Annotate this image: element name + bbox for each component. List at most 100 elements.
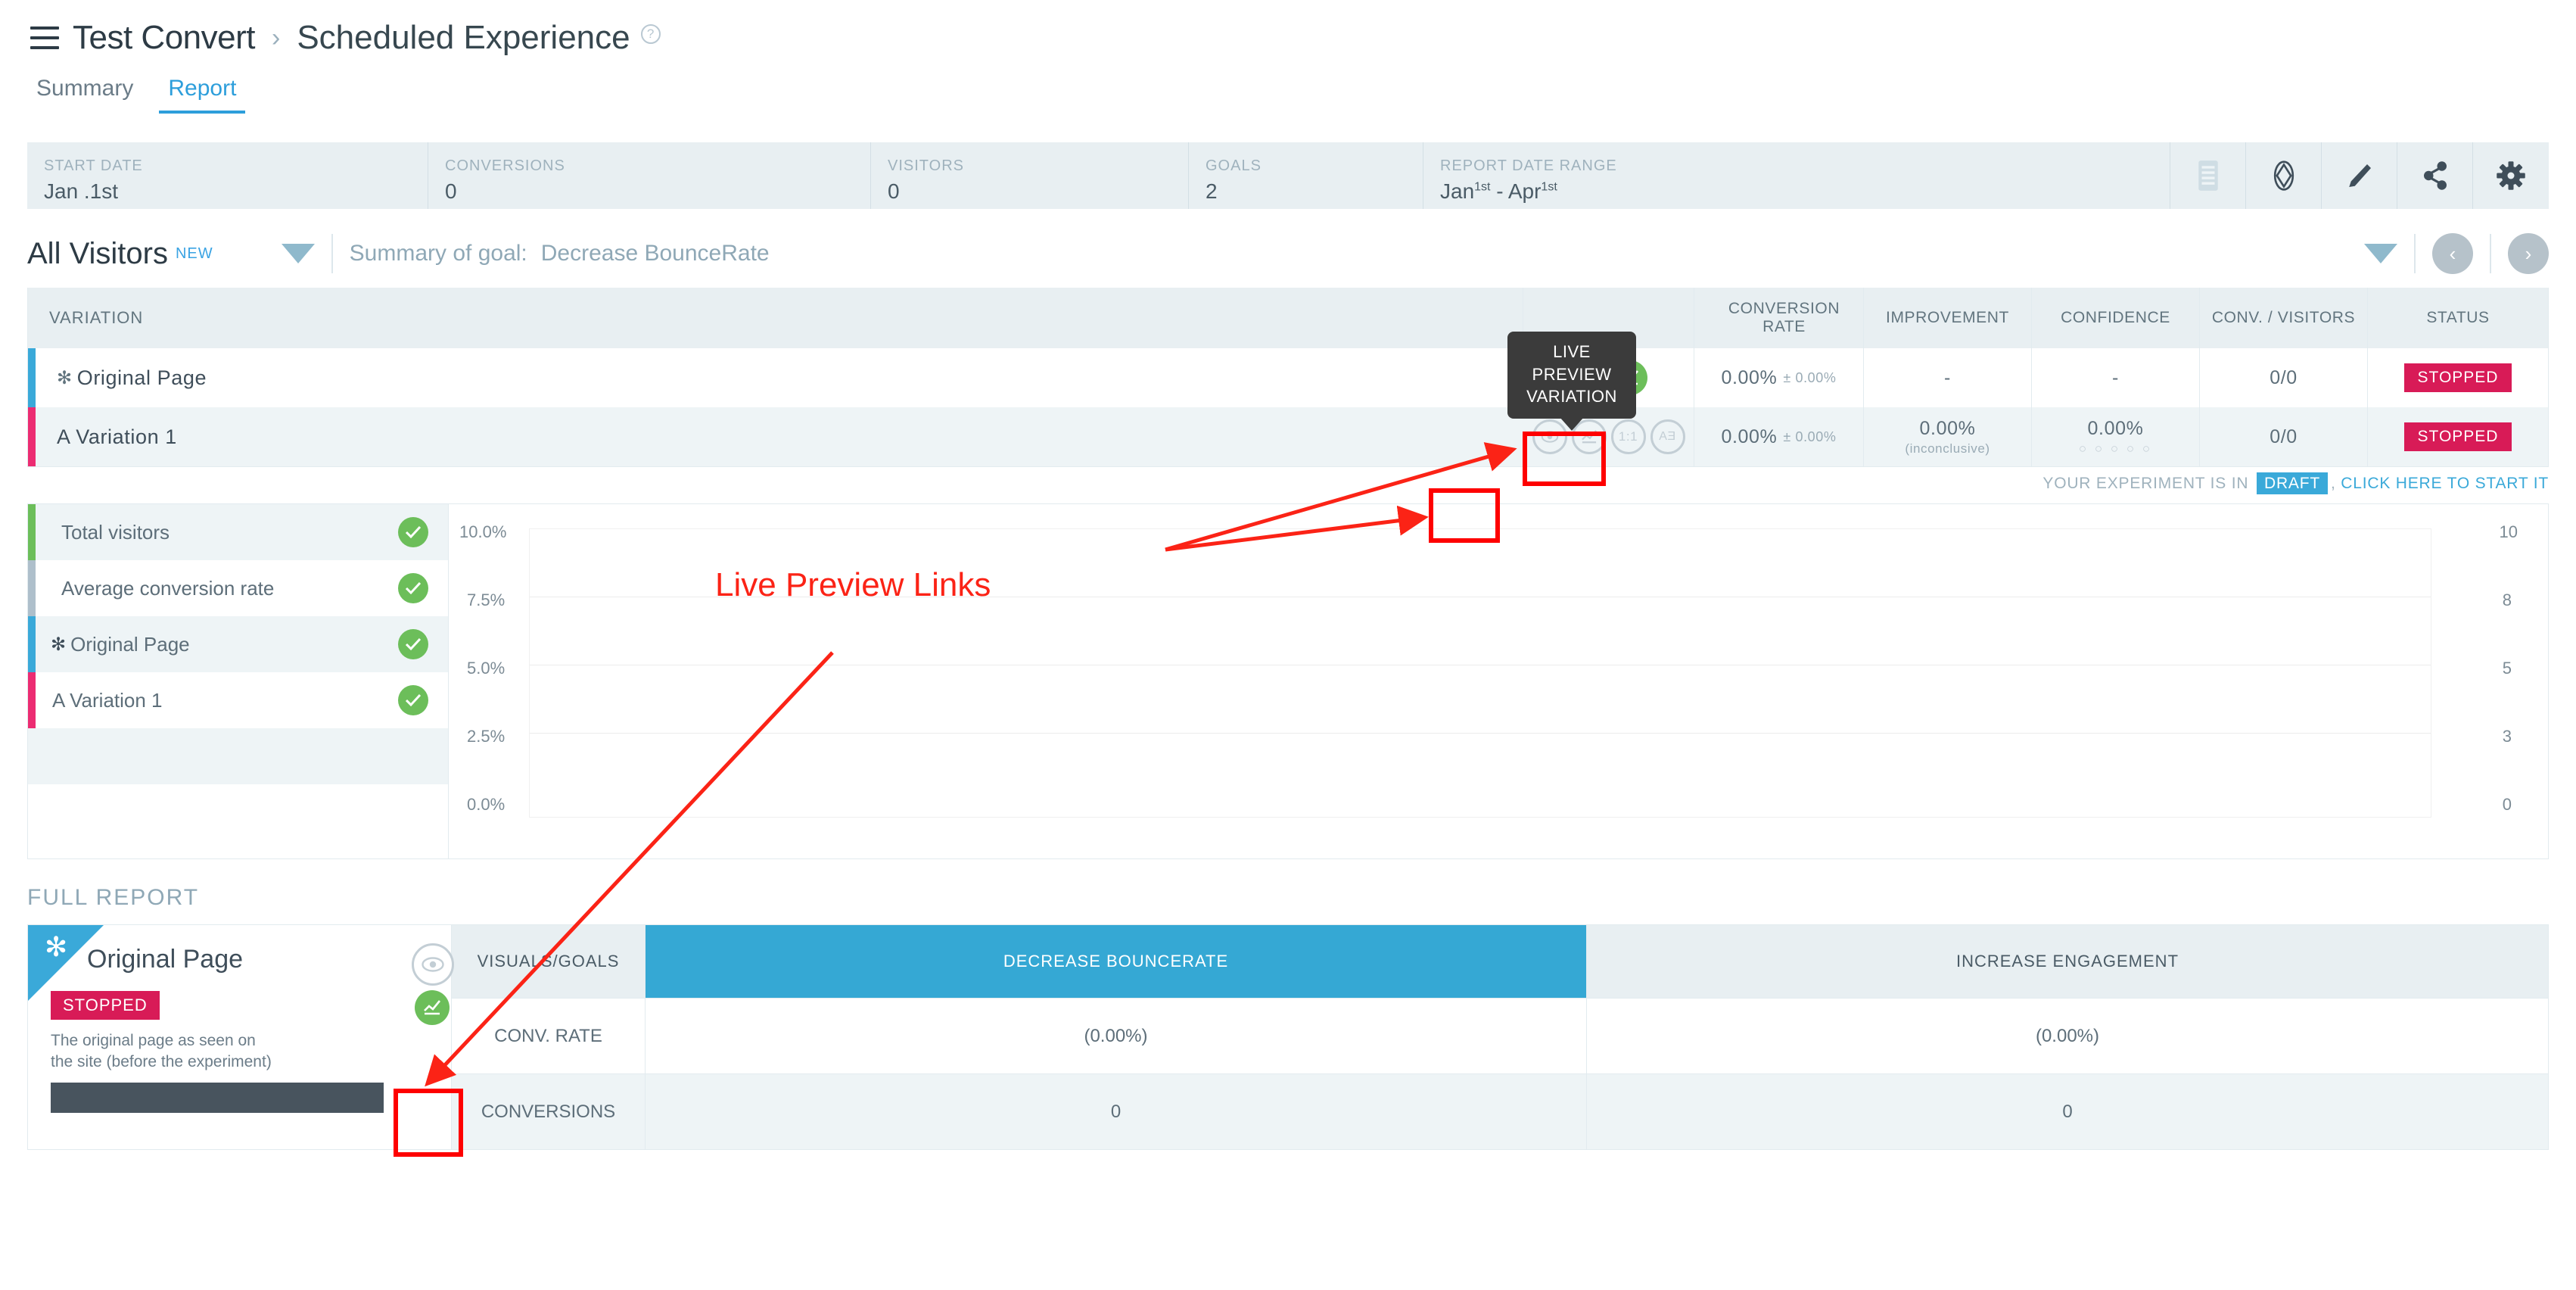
draft-notice-prefix: YOUR EXPERIMENT IS IN xyxy=(2042,475,2249,492)
conversion-rate-margin: ± 0.00% xyxy=(1783,428,1837,444)
col-visuals-goals: VISUALS/GOALS xyxy=(452,925,646,998)
segment-title: All Visitors xyxy=(27,236,168,270)
table-row: ✻ Original Page 0.00% ± 0.00% - - 0/0 ST… xyxy=(28,348,2548,407)
code-icon[interactable] xyxy=(2246,142,2322,209)
segment-dropdown-icon[interactable] xyxy=(281,244,315,263)
breadcrumb-current: Scheduled Experience xyxy=(297,19,630,56)
live-preview-tooltip: LIVE PREVIEW VARIATION xyxy=(1507,332,1636,432)
conv-visitors-value: 0/0 xyxy=(2270,366,2298,388)
col-decrease-bouncerate[interactable]: DECREASE BOUNCERATE xyxy=(646,925,1587,998)
check-icon[interactable] xyxy=(398,517,428,547)
tab-summary[interactable]: Summary xyxy=(27,76,142,111)
table-row: CONVERSIONS 0 0 xyxy=(452,1073,2548,1149)
live-preview-icon[interactable] xyxy=(412,943,454,986)
notes-icon[interactable] xyxy=(2170,142,2246,209)
breadcrumb-separator-icon: › xyxy=(271,23,281,52)
stat-report-date-range[interactable]: REPORT DATE RANGE Jan1st - Apr1st xyxy=(1423,142,2170,209)
tooltip-arrow-icon xyxy=(1560,417,1584,432)
tooltip-line-3: VARIATION xyxy=(1526,387,1617,407)
full-report-table: ✻ Original Page STOPPED The original pag… xyxy=(27,924,2549,1150)
date-from-sup: 1st xyxy=(1474,180,1491,194)
hamburger-icon[interactable] xyxy=(30,26,59,49)
row-color-bar xyxy=(28,407,36,466)
trend-icon[interactable] xyxy=(415,990,450,1025)
prev-goal-button[interactable]: ‹ xyxy=(2432,233,2473,274)
table-row: A Variation 1 1:1 AƎ 0.00% ± 0.00% 0.00%… xyxy=(28,407,2548,466)
summary-row: All Visitors NEW Summary of goal: Decrea… xyxy=(27,229,2549,279)
date-to-sup: 1st xyxy=(1541,180,1557,194)
legend-item-average-conversion-rate[interactable]: Average conversion rate xyxy=(28,560,448,616)
breadcrumb-root[interactable]: Test Convert xyxy=(73,19,255,57)
conversion-rate-margin: ± 0.00% xyxy=(1783,369,1837,385)
confidence-dots: ○ ○ ○ ○ ○ xyxy=(2078,441,2153,456)
full-report-variation-description: The original page as seen on the site (b… xyxy=(51,1032,272,1071)
variation-name-cell: ✻ Original Page xyxy=(36,348,1523,407)
y2-axis-tick: 5 xyxy=(2502,659,2512,678)
start-experiment-link[interactable]: CLICK HERE TO START IT xyxy=(2341,475,2549,492)
original-star-icon: ✻ xyxy=(45,931,68,962)
divider-2 xyxy=(2414,234,2416,273)
one-to-one-icon[interactable]: 1:1 xyxy=(1610,419,1646,454)
stat-conversions-label: CONVERSIONS xyxy=(445,157,565,174)
date-from: Jan xyxy=(1440,179,1475,203)
tab-bar: Summary Report xyxy=(0,76,2576,126)
chart-plot-area: 10.0% 7.5% 5.0% 2.5% 0.0% 10 8 5 3 0 xyxy=(449,504,2548,858)
cell-conversions-bouncerate: 0 xyxy=(646,1073,1587,1149)
check-icon[interactable] xyxy=(398,685,428,715)
legend-item-original-page[interactable]: ✻ Original Page xyxy=(28,616,448,672)
goal-name: Decrease BounceRate xyxy=(540,241,770,266)
legend-filler xyxy=(28,728,448,784)
next-goal-button[interactable]: › xyxy=(2508,233,2549,274)
variation-thumbnail xyxy=(51,1082,384,1113)
experiment-stats-bar: START DATE Jan .1st CONVERSIONS 0 VISITO… xyxy=(27,142,2549,209)
legend-label: A Variation 1 xyxy=(52,688,163,712)
cell-conversions-engagement: 0 xyxy=(1587,1073,2548,1149)
status-cell: STOPPED xyxy=(2368,407,2548,466)
y-axis-tick: 10.0% xyxy=(459,522,507,541)
legend-label: Original Page xyxy=(70,632,190,656)
share-icon[interactable] xyxy=(2397,142,2473,209)
variation-name-cell: A Variation 1 xyxy=(36,407,1523,466)
cell-conv-rate-engagement: (0.00%) xyxy=(1587,998,2548,1073)
stat-visitors: VISITORS 0 xyxy=(871,142,1189,209)
full-report-variation-card: ✻ Original Page STOPPED The original pag… xyxy=(28,925,454,1149)
row-label-conversions: CONVERSIONS xyxy=(452,1073,646,1149)
col-improvement: IMPROVEMENT xyxy=(1864,288,2032,348)
improvement-note: (inconclusive) xyxy=(1905,441,1990,456)
variation-table: VARIATION CONVERSION RATE IMPROVEMENT CO… xyxy=(27,288,2549,467)
conv-visitors-value: 0/0 xyxy=(2270,425,2298,447)
confidence-cell: - xyxy=(2032,348,2200,407)
tooltip-line-1: LIVE xyxy=(1553,342,1591,361)
tab-report[interactable]: Report xyxy=(159,76,246,114)
goal-dropdown-icon[interactable] xyxy=(2364,244,2397,263)
legend-color-swatch xyxy=(28,616,36,672)
y-axis-tick: 7.5% xyxy=(467,590,506,609)
stat-start-date-value: Jan .1st xyxy=(44,179,119,203)
full-report-goal-grid: VISUALS/GOALS DECREASE BOUNCERATE INCREA… xyxy=(452,925,2548,1149)
y2-axis-tick: 0 xyxy=(2502,795,2512,814)
legend-item-total-visitors[interactable]: Total visitors xyxy=(28,504,448,560)
legend-item-a-variation-1[interactable]: A Variation 1 xyxy=(28,672,448,728)
confidence-value: 0.00% xyxy=(2087,417,2144,439)
conv-visitors-cell: 0/0 xyxy=(2200,407,2368,466)
col-increase-engagement[interactable]: INCREASE ENGAGEMENT xyxy=(1587,925,2548,998)
check-icon[interactable] xyxy=(398,573,428,603)
y2-axis-tick: 8 xyxy=(2502,590,2512,609)
chart-legend: Total visitors Average conversion rate ✻… xyxy=(28,504,449,858)
check-icon[interactable] xyxy=(398,629,428,659)
edit-icon[interactable] xyxy=(2322,142,2397,209)
stat-visitors-value: 0 xyxy=(888,179,900,203)
status-badge: STOPPED xyxy=(2403,422,2512,451)
help-icon[interactable]: ? xyxy=(640,24,661,44)
draft-notice: YOUR EXPERIMENT IS IN DRAFT, CLICK HERE … xyxy=(27,472,2549,494)
stat-goals-label: GOALS xyxy=(1206,157,1262,174)
status-cell: STOPPED xyxy=(2368,348,2548,407)
tooltip-line-2: PREVIEW xyxy=(1532,364,1612,384)
improvement-cell: - xyxy=(1864,348,2032,407)
y-axis-tick: 0.0% xyxy=(467,795,506,814)
ab-test-icon[interactable]: AƎ xyxy=(1650,419,1685,454)
new-badge: NEW xyxy=(175,245,213,262)
stat-goals: GOALS 2 xyxy=(1189,142,1423,209)
gear-icon[interactable] xyxy=(2473,142,2549,209)
stat-visitors-label: VISITORS xyxy=(888,157,964,174)
